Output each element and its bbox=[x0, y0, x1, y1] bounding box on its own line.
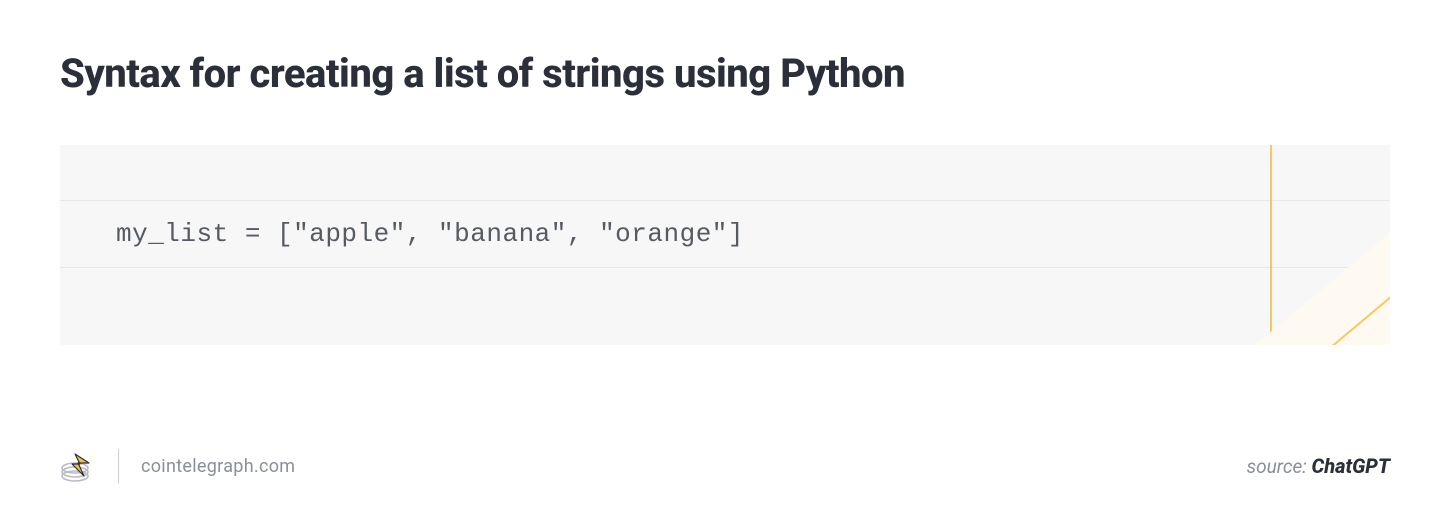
site-url: cointelegraph.com bbox=[141, 456, 295, 477]
page-title: Syntax for creating a list of strings us… bbox=[60, 50, 1390, 97]
page-fold-decoration bbox=[1255, 233, 1390, 345]
cointelegraph-logo-icon bbox=[60, 448, 96, 484]
code-line: my_list = ["apple", "banana", "orange"] bbox=[60, 200, 1390, 268]
footer-divider bbox=[118, 449, 119, 483]
source-label: source: bbox=[1247, 455, 1312, 478]
source-attribution: source: ChatGPT bbox=[1247, 454, 1390, 478]
code-text: my_list = ["apple", "banana", "orange"] bbox=[116, 219, 744, 249]
source-name: ChatGPT bbox=[1311, 454, 1390, 478]
code-block: my_list = ["apple", "banana", "orange"] bbox=[60, 145, 1390, 345]
footer-left: cointelegraph.com bbox=[60, 448, 295, 484]
footer: cointelegraph.com source: ChatGPT bbox=[60, 448, 1390, 484]
